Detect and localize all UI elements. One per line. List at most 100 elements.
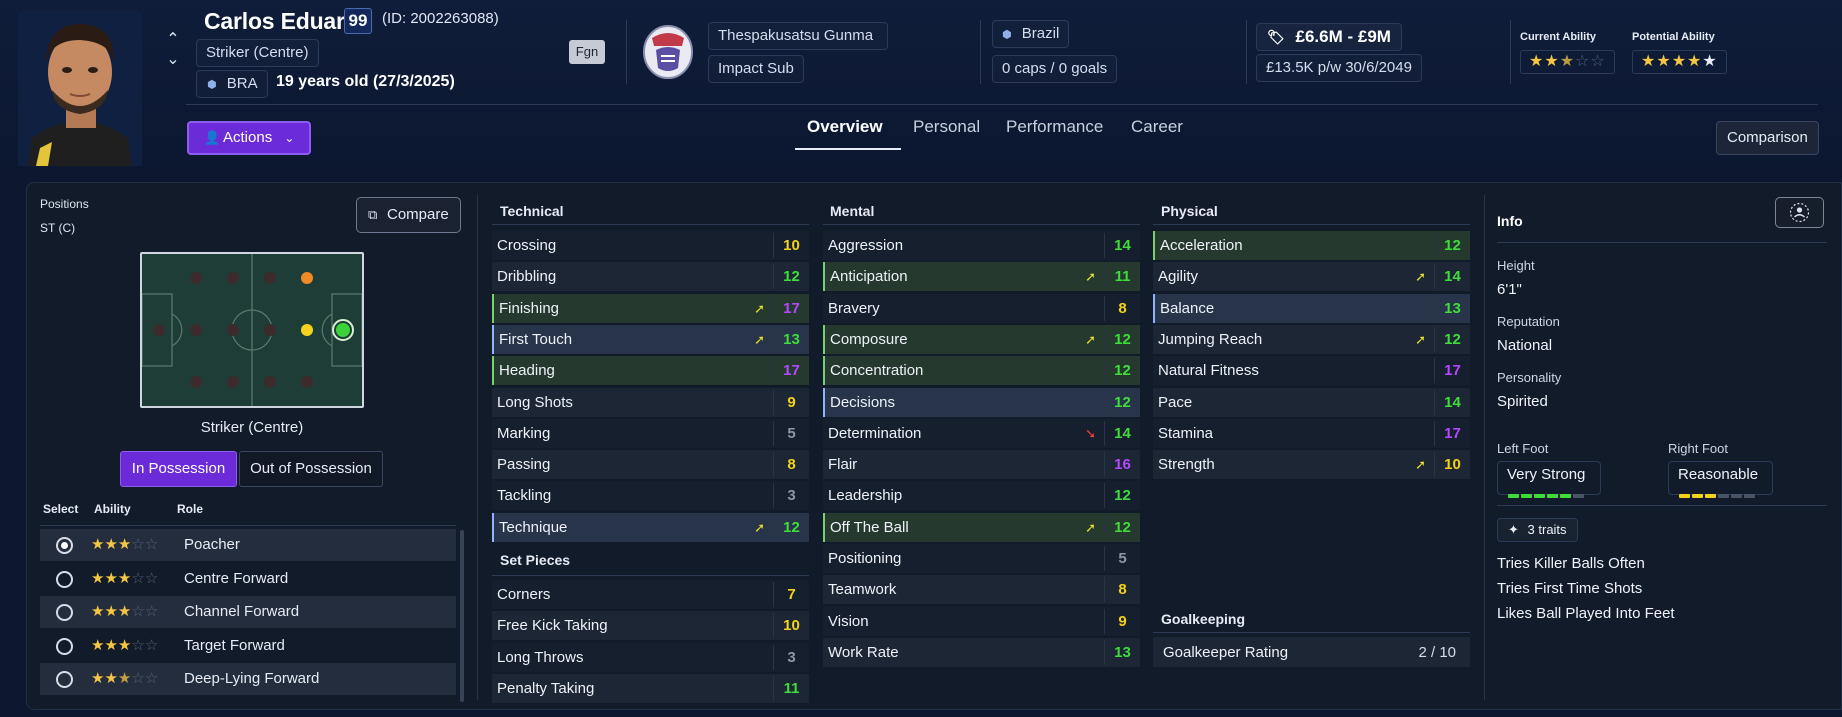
attribute-row[interactable]: Off The Ball ➚ 12 [823, 512, 1140, 542]
attribute-row[interactable]: Crossing 10 [492, 231, 809, 260]
attribute-row[interactable]: Heading 17 [492, 356, 809, 386]
attribute-row[interactable]: Decisions 12 [823, 387, 1140, 417]
tab-career[interactable]: Career [1131, 117, 1183, 137]
actions-button[interactable]: 👤 Actions ⌄ [187, 121, 311, 155]
attribute-row[interactable]: Passing 8 [492, 450, 809, 480]
role-row[interactable]: ★★★☆☆ Target Forward [40, 630, 456, 662]
attribute-value: 12 [773, 264, 809, 290]
attribute-row[interactable]: Jumping Reach ➚ 12 [1153, 324, 1470, 354]
attribute-row[interactable]: Leadership 12 [823, 481, 1140, 511]
role-radio[interactable] [56, 637, 73, 655]
role-radio[interactable] [56, 604, 73, 621]
attribute-row[interactable]: Anticipation ➚ 11 [823, 262, 1140, 292]
price-tag-icon: 🏷 [1267, 29, 1285, 45]
star-icon: ★ [91, 569, 105, 587]
compare-button[interactable]: ⧉ Compare [356, 197, 461, 233]
attribute-row[interactable]: Acceleration 12 [1153, 231, 1470, 260]
selected-position-name: Striker (Centre) [200, 419, 304, 436]
attribute-row[interactable]: Concentration 12 [823, 356, 1140, 386]
current-ability-stars: ★★★☆☆ [1520, 50, 1615, 74]
attribute-name: Strength [1158, 456, 1215, 474]
info-options-button[interactable] [1775, 197, 1824, 228]
attribute-row[interactable]: Stamina 17 [1153, 418, 1470, 448]
role-radio[interactable] [56, 570, 73, 588]
star-icon: ★ [117, 536, 132, 553]
out-of-possession-toggle[interactable]: Out of Possession [239, 451, 383, 487]
transfer-value-box[interactable]: 🏷 £6.6M - £9M [1256, 23, 1402, 51]
attribute-value: 11 [773, 675, 809, 701]
potential-ability-stars: ★★★★★ [1632, 50, 1727, 74]
club-name-box[interactable]: Thespakusatsu Gunma [708, 22, 888, 50]
trend-up-icon: ➚ [1415, 457, 1426, 473]
attribute-name: Stamina [1158, 424, 1214, 442]
role-row[interactable]: ★★★☆☆ Deep-Lying Forward [40, 663, 456, 695]
height-label: Height [1497, 258, 1535, 273]
attribute-row[interactable]: Teamwork 8 [823, 575, 1140, 605]
attribute-row[interactable]: Vision 9 [823, 606, 1140, 636]
right-foot-value: Reasonable [1678, 466, 1759, 483]
attribute-row[interactable]: Corners 7 [492, 580, 809, 609]
attribute-row[interactable]: Long Throws 3 [492, 642, 809, 672]
attribute-row[interactable]: Composure ➚ 12 [823, 324, 1140, 354]
attribute-value: 7 [773, 582, 809, 607]
attribute-name: Composure [830, 330, 908, 348]
attribute-row[interactable]: Dribbling 12 [492, 262, 809, 292]
comparison-button[interactable]: Comparison [1716, 121, 1819, 155]
attribute-value: 8 [773, 452, 809, 478]
role-row[interactable]: ★★★☆☆ Poacher [40, 529, 456, 561]
attribute-row[interactable]: Technique ➚ 12 [492, 512, 809, 542]
in-possession-toggle[interactable]: In Possession [120, 451, 237, 487]
trait-item: Likes Ball Played Into Feet [1497, 605, 1675, 622]
role-row[interactable]: ★★★☆☆ Channel Forward [40, 596, 456, 628]
traits-button[interactable]: ✦ 3 traits [1497, 518, 1578, 542]
club-crest-icon[interactable] [642, 24, 694, 80]
attribute-row[interactable]: Agility ➚ 14 [1153, 262, 1470, 292]
attribute-row[interactable]: First Touch ➚ 13 [492, 324, 809, 354]
tab-performance[interactable]: Performance [1006, 117, 1103, 137]
attribute-row[interactable]: Tackling 3 [492, 481, 809, 511]
caps-box: 0 caps / 0 goals [992, 55, 1118, 83]
attribute-row[interactable]: Positioning 5 [823, 544, 1140, 573]
attribute-row[interactable]: Strength ➚ 10 [1153, 450, 1470, 480]
empty-star-icon: ☆ [131, 670, 145, 687]
attribute-value: 12 [1104, 514, 1140, 540]
ability-badge: 99 [344, 8, 372, 34]
tab-personal[interactable]: Personal [913, 117, 980, 137]
role-row[interactable]: ★★★☆☆ Centre Forward [40, 563, 456, 595]
meter-segment [1705, 494, 1716, 498]
attribute-row[interactable]: Pace 14 [1153, 387, 1470, 417]
roles-scrollbar[interactable] [460, 530, 464, 702]
attribute-row[interactable]: Free Kick Taking 10 [492, 611, 809, 641]
next-player-icon[interactable]: ⌄ [164, 50, 182, 70]
attribute-row[interactable]: Determination ➘ 14 [823, 418, 1140, 448]
empty-star-icon: ☆ [131, 636, 145, 654]
info-divider [1497, 505, 1827, 506]
role-radio[interactable] [56, 671, 73, 688]
potential-ability-label: Potential Ability [1632, 31, 1715, 43]
attribute-row[interactable]: Bravery 8 [823, 293, 1140, 323]
role-radio[interactable] [56, 537, 73, 554]
ability-header: Ability [94, 502, 131, 516]
previous-player-icon[interactable]: ⌃ [164, 30, 182, 50]
actions-label: Actions [223, 129, 273, 146]
attribute-row[interactable]: Long Shots 9 [492, 387, 809, 417]
star-icon: ★ [91, 536, 105, 553]
attribute-row[interactable]: Natural Fitness 17 [1153, 356, 1470, 386]
nation-box[interactable]: ⬢ Brazil [992, 20, 1070, 48]
attribute-name: First Touch [499, 330, 573, 348]
attribute-row[interactable]: Balance 13 [1153, 293, 1470, 323]
tab-overview[interactable]: Overview [807, 117, 883, 137]
attribute-value: 13 [1104, 639, 1140, 665]
attribute-row[interactable]: Marking 5 [492, 418, 809, 448]
nationality-box[interactable]: ⬢ BRA [196, 70, 268, 98]
attribute-row[interactable]: Work Rate 13 [823, 637, 1140, 667]
attribute-value: 8 [1104, 577, 1140, 603]
meter-segment [1718, 494, 1729, 498]
attribute-row[interactable]: Finishing ➚ 17 [492, 293, 809, 323]
attribute-row[interactable]: Penalty Taking 11 [492, 673, 809, 703]
attribute-row[interactable]: Flair 16 [823, 450, 1140, 480]
attribute-row[interactable]: Aggression 14 [823, 231, 1140, 260]
attribute-name: Anticipation [830, 268, 908, 286]
player-age: 19 years old (27/3/2025) [276, 73, 455, 90]
meter-segment [1521, 494, 1532, 498]
